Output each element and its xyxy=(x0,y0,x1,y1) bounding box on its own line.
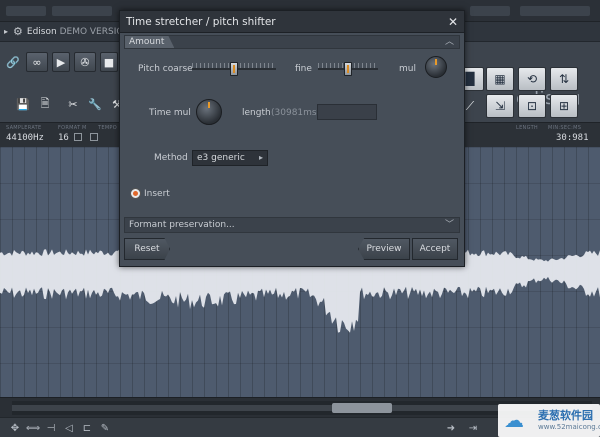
chevron-down-icon[interactable]: ﹀ xyxy=(445,219,454,231)
m-dropdown-icon[interactable] xyxy=(90,133,98,141)
formant-section-header[interactable]: Formant preservation... ﹀ xyxy=(124,217,460,233)
link-icon[interactable]: 🔗 xyxy=(4,52,22,72)
watermark-url: www.52maicong.com xyxy=(538,423,600,431)
tool-button-split[interactable]: ⇲ xyxy=(486,94,514,118)
save-icon[interactable]: 💾 xyxy=(14,94,32,114)
marker-icon[interactable]: ⊣ xyxy=(44,421,58,435)
mul-label: mul xyxy=(399,64,416,74)
tool-button-arrows[interactable]: ⇅ xyxy=(550,67,578,91)
length-label: LENGTH xyxy=(516,125,538,131)
fine-thumb[interactable] xyxy=(344,62,352,76)
pitch-coarse-label: Pitch coarse xyxy=(138,64,193,74)
time-mul-label: Time mul xyxy=(149,108,191,118)
close-icon[interactable]: ✕ xyxy=(448,15,458,29)
format-dropdown-icon[interactable] xyxy=(74,133,82,141)
method-value: e3 generic xyxy=(197,153,245,163)
length-field-label: length xyxy=(242,108,271,118)
move-icon[interactable]: ✥ xyxy=(8,421,22,435)
samplerate-label: SAMPLERATE xyxy=(6,125,42,131)
insert-radio[interactable] xyxy=(130,188,141,199)
dialog-title: Time stretcher / pitch shifter xyxy=(126,15,276,28)
gear-icon[interactable]: ⚙ xyxy=(13,25,23,38)
preview-button-label: Preview xyxy=(366,244,402,254)
accept-button[interactable]: Accept xyxy=(412,238,458,260)
zoom-fit-icon[interactable]: ⟺ xyxy=(26,421,40,435)
time-mul-knob[interactable] xyxy=(196,99,222,125)
tool-button-refresh[interactable]: ⟲ xyxy=(518,67,546,91)
reset-button-label: Reset xyxy=(134,244,160,254)
length-input[interactable] xyxy=(317,104,377,120)
play-button[interactable]: ▶ xyxy=(52,52,70,72)
samplerate-value: 44100Hz xyxy=(6,133,44,143)
m-label: M xyxy=(82,125,87,131)
cloud-logo-icon: ☁ xyxy=(504,408,524,432)
reset-button[interactable]: Reset xyxy=(124,238,170,260)
tempo-label: TEMPO xyxy=(98,125,117,131)
formant-section-label: Formant preservation... xyxy=(129,220,235,230)
format-label: FORMAT xyxy=(58,125,81,131)
amount-section-label: Amount xyxy=(125,36,175,48)
tool-button-export[interactable]: ⊞ xyxy=(550,94,578,118)
watermark: ☁ 麦葱软件园 www.52maicong.com xyxy=(498,404,600,437)
window-title-text: Edison xyxy=(26,26,57,37)
mul-knob[interactable] xyxy=(425,56,447,78)
amount-section-header[interactable]: Amount ︿ xyxy=(124,35,460,49)
loop-button[interactable]: ∞ xyxy=(26,52,48,72)
length-value: 30:981 xyxy=(556,133,589,143)
tools-icon[interactable]: 🔧 xyxy=(86,94,104,114)
tool-button-save[interactable]: ⊡ xyxy=(518,94,546,118)
chevron-up-icon[interactable]: ︿ xyxy=(445,36,454,48)
save-as-icon[interactable]: 🗎 xyxy=(36,94,54,114)
tool-button-grid[interactable]: ▦ xyxy=(486,67,514,91)
send-icon[interactable]: ⇥ xyxy=(466,421,480,435)
cut-icon[interactable]: ✂ xyxy=(64,94,82,114)
pencil-icon[interactable]: ✎ xyxy=(98,421,112,435)
dialog-title-bar[interactable]: Time stretcher / pitch shifter ✕ xyxy=(120,11,464,33)
chevron-right-icon: ▸ xyxy=(258,153,263,162)
time-stretch-dialog: Time stretcher / pitch shifter ✕ Amount … xyxy=(119,10,465,267)
method-label: Method xyxy=(154,153,188,163)
stop-button[interactable]: ■ xyxy=(100,52,118,72)
preview-button[interactable]: Preview xyxy=(358,238,410,260)
pitch-coarse-thumb[interactable] xyxy=(230,62,238,76)
watermark-name: 麦葱软件园 xyxy=(538,409,593,422)
snap-icon[interactable]: ⊏ xyxy=(80,421,94,435)
insert-label: Insert xyxy=(144,189,170,199)
minsecms-label: MIN:SEC:MS xyxy=(548,125,582,131)
record-button[interactable]: ✇ xyxy=(74,52,96,72)
fine-slider[interactable] xyxy=(318,62,378,76)
collapse-arrow-icon[interactable]: ▸ xyxy=(4,27,8,36)
window-title: Edison DEMO VERSION xyxy=(27,27,130,37)
region-icon[interactable]: ◁ xyxy=(62,421,76,435)
arrow-right-icon[interactable]: ➜ xyxy=(444,421,458,435)
fine-label: fine xyxy=(295,64,312,74)
length-field-value: (30981ms) xyxy=(271,108,321,118)
method-select[interactable]: e3 generic ▸ xyxy=(192,150,268,166)
pitch-coarse-slider[interactable] xyxy=(192,62,276,76)
accept-button-label: Accept xyxy=(419,244,451,254)
edison-app: ▸ ⚙ Edison DEMO VERSION 🔗 ∞ ▶ ✇ ■ 💾 🗎 ✂ … xyxy=(0,0,600,437)
format-value: 16 xyxy=(58,133,69,143)
